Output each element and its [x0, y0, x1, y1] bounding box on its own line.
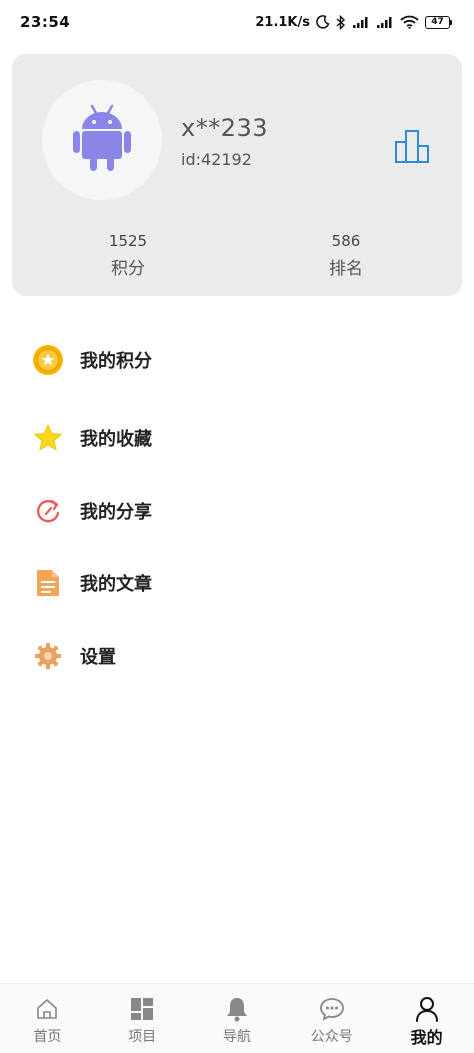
- bar-chart-icon[interactable]: [393, 128, 433, 164]
- android-icon: [72, 103, 132, 177]
- star-icon: [32, 422, 64, 454]
- network-speed: 21.1K/s: [255, 14, 310, 30]
- avatar[interactable]: [42, 80, 162, 200]
- status-time: 23:54: [20, 13, 71, 31]
- nav-label: 项目: [128, 1029, 157, 1045]
- bluetooth-icon: [336, 14, 346, 30]
- points-value: 1525: [108, 232, 148, 250]
- coin-star-icon: [32, 344, 64, 376]
- points-stat[interactable]: 1525 积分: [68, 232, 188, 279]
- nav-label: 公众号: [310, 1029, 353, 1045]
- nav-item-home[interactable]: 首页: [0, 984, 95, 1053]
- rank-value: 586: [331, 232, 361, 250]
- user-icon: [414, 996, 440, 1022]
- nav-label: 我的: [410, 1028, 443, 1047]
- nav-item-mine[interactable]: 我的: [379, 984, 474, 1053]
- battery-level: 47: [425, 15, 450, 29]
- menu-label: 设置: [80, 647, 116, 668]
- menu-item-my-favorites[interactable]: 我的收藏: [0, 408, 474, 468]
- nav-item-navigation[interactable]: 导航: [190, 984, 285, 1053]
- nav-item-projects[interactable]: 项目: [95, 984, 190, 1053]
- status-icons: 21.1K/s 47: [255, 14, 452, 30]
- nav-label: 首页: [33, 1029, 62, 1045]
- signal-icon: [352, 16, 370, 29]
- menu-item-my-points[interactable]: 我的积分: [0, 330, 474, 390]
- bell-icon: [224, 996, 250, 1022]
- chat-icon: [319, 996, 345, 1022]
- gear-icon: [32, 640, 64, 672]
- share-icon: [32, 495, 64, 527]
- menu-label: 我的文章: [80, 574, 152, 595]
- rank-stat[interactable]: 586 排名: [286, 232, 406, 279]
- status-bar: 23:54 21.1K/s 47: [0, 0, 474, 44]
- menu-label: 我的分享: [80, 502, 152, 523]
- profile-card[interactable]: x**233 id:42192 1525 积分 586 排名: [12, 54, 462, 296]
- menu-item-my-articles[interactable]: 我的文章: [0, 553, 474, 613]
- grid-icon: [129, 996, 155, 1022]
- nav-item-official-accounts[interactable]: 公众号: [284, 984, 379, 1053]
- battery-icon: 47: [425, 15, 452, 29]
- points-label: 积分: [111, 259, 145, 279]
- menu-label: 我的收藏: [80, 429, 152, 450]
- user-id: id:42192: [181, 150, 252, 169]
- menu-item-my-shares[interactable]: 我的分享: [0, 481, 474, 541]
- moon-icon: [316, 15, 330, 29]
- username: x**233: [181, 114, 269, 142]
- wifi-icon: [400, 15, 419, 29]
- bottom-nav: 首页 项目 导航 公众号 我的: [0, 983, 474, 1053]
- nav-label: 导航: [222, 1029, 251, 1045]
- rank-label: 排名: [329, 259, 363, 279]
- menu-item-settings[interactable]: 设置: [0, 626, 474, 686]
- signal-icon: [376, 16, 394, 29]
- home-icon: [34, 996, 60, 1022]
- menu-label: 我的积分: [80, 351, 152, 372]
- document-icon: [32, 567, 64, 599]
